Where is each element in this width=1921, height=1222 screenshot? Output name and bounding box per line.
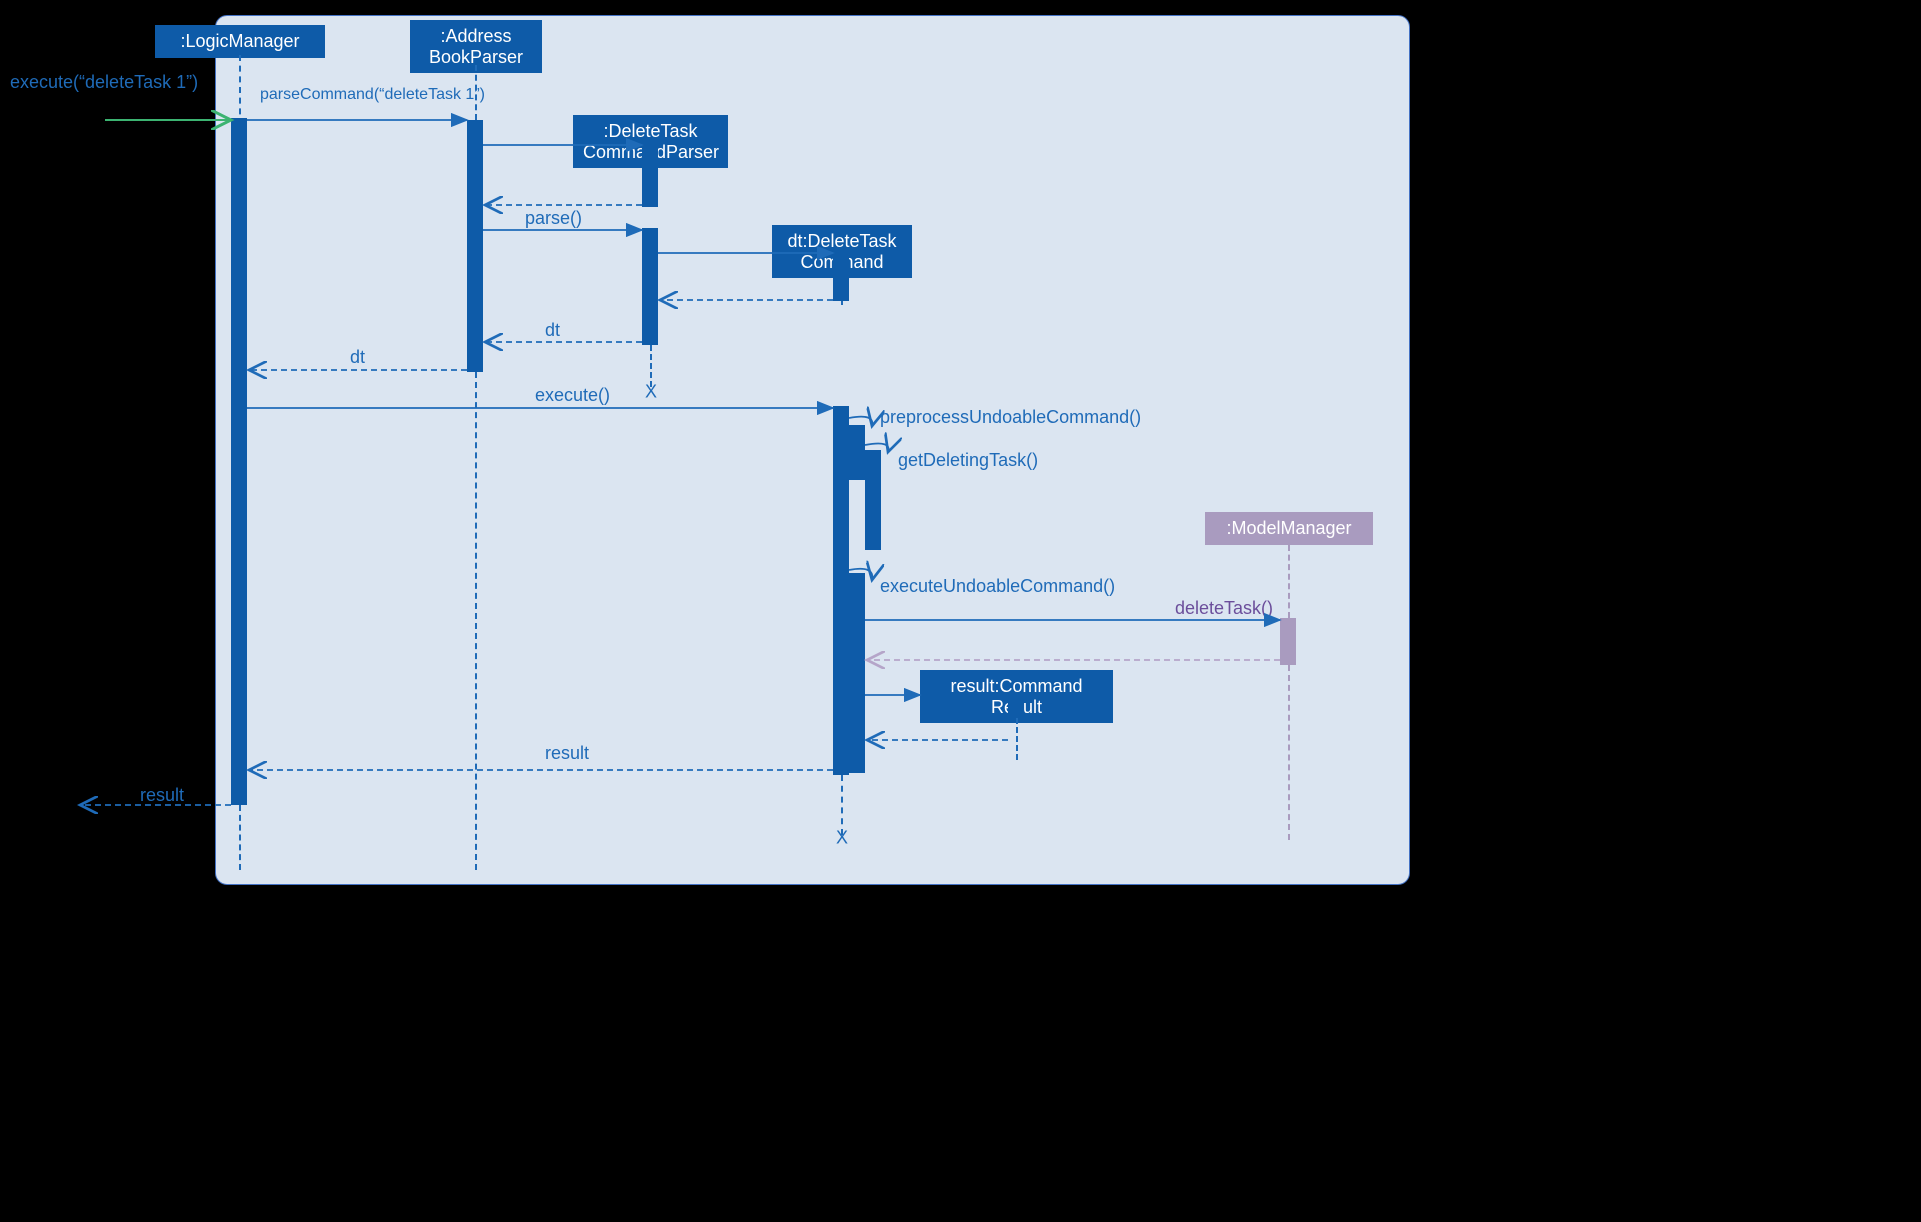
termination-x-dtcp: X (645, 382, 657, 403)
msg-parse-command: parseCommand(“deleteTask 1”) (260, 86, 485, 104)
activation-dtc-getdeleting (865, 450, 881, 550)
msg-result-out: result (140, 785, 184, 806)
lifeline-logic-manager-top (239, 55, 241, 125)
msg-dt-return1: dt (545, 320, 560, 341)
activation-dtc-execundo (849, 573, 865, 773)
lifeline-cr (1016, 718, 1018, 760)
activation-dtcp-2 (642, 228, 658, 345)
msg-execute-cmd: execute(“deleteTask 1”) (10, 72, 198, 93)
participant-logic-manager: :LogicManager (155, 25, 325, 58)
activation-abp (467, 120, 483, 372)
msg-execute: execute() (535, 385, 610, 406)
activation-logic-manager (231, 118, 247, 805)
activation-dtcp-1 (642, 145, 658, 207)
activation-mm (1280, 618, 1296, 665)
activation-dtc-execute (833, 406, 849, 775)
lifeline-mm-bottom (1288, 665, 1290, 840)
msg-delete-task: deleteTask() (1175, 598, 1273, 619)
lifeline-mm-top (1288, 545, 1290, 618)
lifeline-dtc-bottom (841, 775, 843, 835)
activation-cr (1008, 695, 1024, 718)
activation-dtc-preprocess (849, 425, 865, 480)
msg-parse: parse() (525, 208, 582, 229)
msg-execute-undoable: executeUndoableCommand() (880, 576, 1115, 597)
lifeline-abp-bottom (475, 372, 477, 870)
msg-preprocess: preprocessUndoableCommand() (880, 407, 1141, 428)
activation-dtc-create (833, 253, 849, 301)
msg-result-return: result (545, 743, 589, 764)
termination-x-dtc: X (836, 828, 848, 849)
msg-dt-return2: dt (350, 347, 365, 368)
sequence-diagram-frame (215, 15, 1410, 885)
participant-model-manager: :ModelManager (1205, 512, 1373, 545)
lifeline-logic-manager-bottom (239, 805, 241, 870)
msg-get-deleting: getDeletingTask() (898, 450, 1038, 471)
